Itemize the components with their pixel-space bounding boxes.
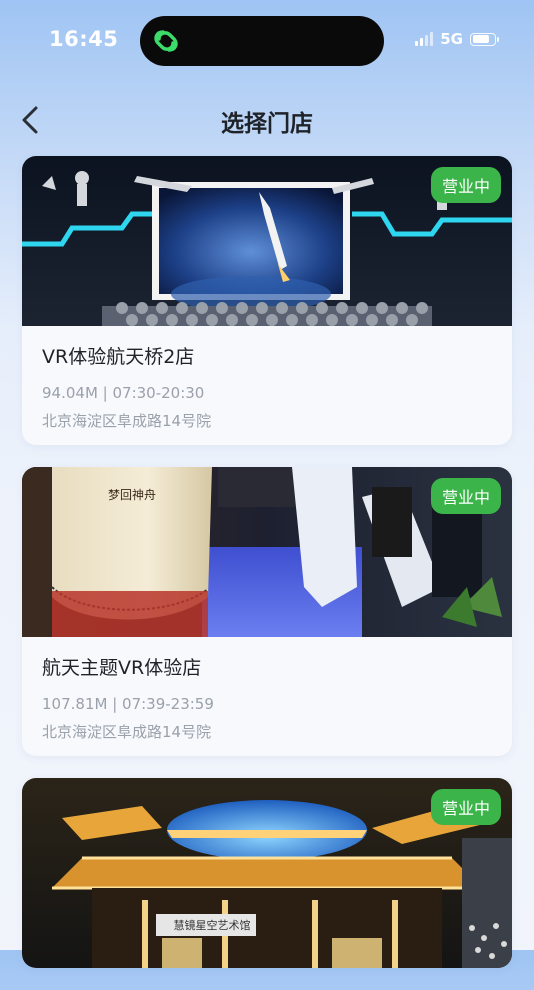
store-card[interactable]: 慧镜星空艺术馆 营业中	[22, 778, 512, 968]
vr-capsule-photo: 梦回神舟 营业中	[22, 467, 512, 637]
status-indicators: 5G	[415, 30, 499, 48]
status-badge: 营业中	[430, 789, 501, 825]
dynamic-island	[140, 16, 384, 66]
signal-icon	[415, 32, 434, 46]
store-address: 北京海淀区阜成路14号院	[42, 723, 212, 741]
building-sign-text: 慧镜星空艺术馆	[174, 918, 251, 932]
store-hours: 07:30-20:30	[112, 384, 205, 402]
store-hours: 07:39-23:59	[122, 695, 214, 713]
store-address: 北京海淀区阜成路14号院	[42, 412, 212, 430]
battery-icon	[470, 32, 499, 46]
status-bar: 16:45 5G	[0, 0, 534, 80]
store-card[interactable]: 梦回神舟 营业中 航天主题VR体验店 107.81M | 07:39-23:59…	[22, 467, 512, 756]
store-info: VR体验航天桥2店 94.04M | 07:30-20:30 北京海淀区阜成路1…	[22, 326, 512, 445]
store-info: 航天主题VR体验店 107.81M | 07:39-23:59 北京海淀区阜成路…	[22, 637, 512, 756]
store-distance-hours: 107.81M | 07:39-23:59	[42, 695, 214, 713]
network-type: 5G	[440, 30, 463, 48]
status-time: 16:45	[49, 27, 119, 51]
space-theater-photo: 营业中	[22, 156, 512, 326]
link-loop-icon	[154, 30, 178, 52]
nav-bar: 选择门店	[0, 92, 534, 148]
capsule-sign-text: 梦回神舟	[108, 488, 156, 502]
store-name: 航天主题VR体验店	[42, 657, 202, 679]
store-distance: 94.04M	[42, 384, 98, 402]
status-badge: 营业中	[430, 478, 501, 514]
store-distance-hours: 94.04M | 07:30-20:30	[42, 384, 205, 402]
status-badge: 营业中	[430, 167, 501, 203]
store-distance: 107.81M	[42, 695, 108, 713]
store-card[interactable]: 营业中 VR体验航天桥2店 94.04M | 07:30-20:30 北京海淀区…	[22, 156, 512, 445]
lit-building-photo: 慧镜星空艺术馆 营业中	[22, 778, 512, 968]
page-title: 选择门店	[221, 111, 313, 137]
store-list: 营业中 VR体验航天桥2店 94.04M | 07:30-20:30 北京海淀区…	[22, 156, 512, 990]
store-name: VR体验航天桥2店	[42, 346, 195, 368]
